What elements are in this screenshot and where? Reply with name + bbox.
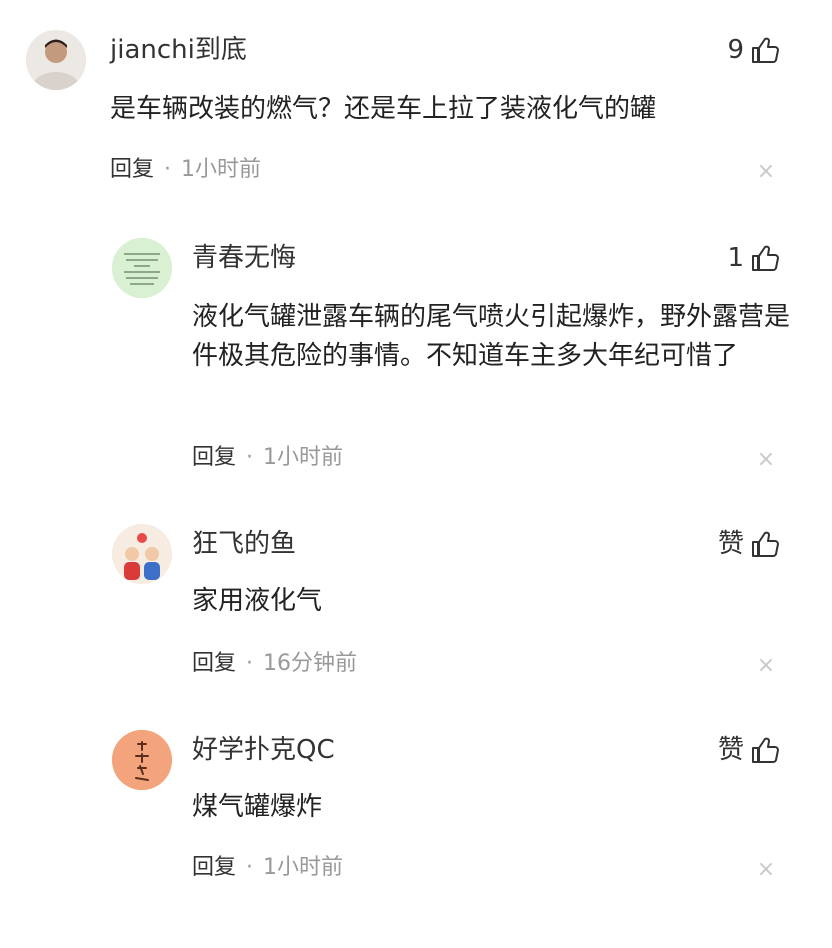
comment-item: 好学扑克QC 赞 煤气罐爆炸 回复 · 1小时前 × (0, 0, 832, 948)
timestamp: 1小时前 (263, 855, 344, 880)
comment-meta: 回复 · 1小时前 (192, 854, 343, 882)
avatar[interactable] (112, 730, 172, 790)
separator: · (246, 855, 254, 880)
comment-text: 煤气罐爆炸 (192, 792, 323, 822)
username[interactable]: 好学扑克QC (192, 734, 335, 766)
reply-button[interactable]: 回复 (192, 855, 236, 880)
like-button[interactable]: 赞 (718, 734, 780, 766)
like-label: 赞 (717, 735, 744, 765)
close-icon[interactable]: × (756, 859, 776, 881)
calligraphy-avatar-icon (112, 730, 172, 790)
thumbs-up-icon (752, 737, 779, 763)
